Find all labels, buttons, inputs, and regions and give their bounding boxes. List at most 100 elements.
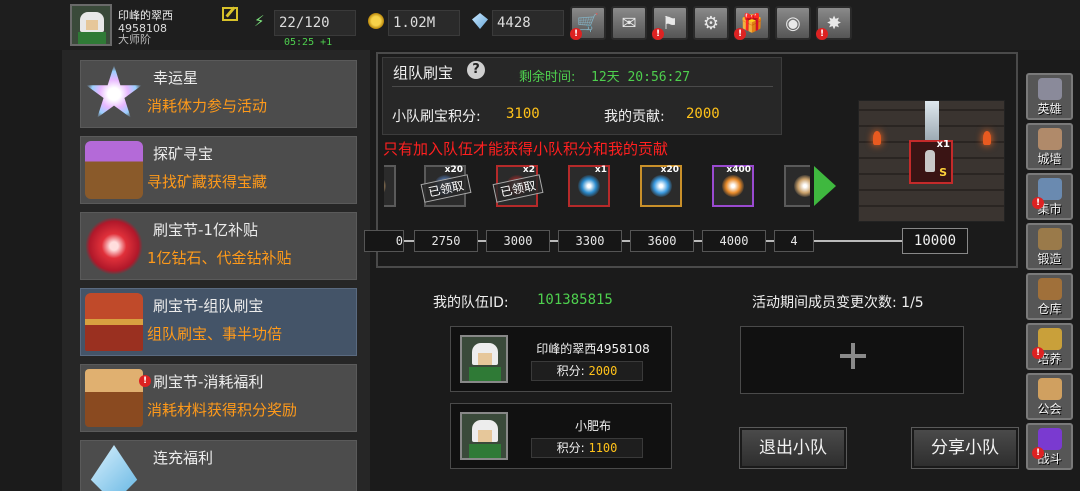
team-member-card[interactable]: 印峰的翠西4958108 积分: 2000 [450,326,672,392]
sidebar-trophy-button[interactable]: 培养! [1026,323,1073,370]
preview-reward-item[interactable]: x1 S [909,139,953,184]
castle-wall-icon [1038,128,1062,150]
pennant-button[interactable]: ⚑! [652,6,688,40]
sidebar-label: 仓库 [1037,302,1062,316]
preview-item-qty: x1 [936,139,950,150]
alert-badge-icon: ! [1032,447,1044,459]
member-score-label: 积分: [556,364,585,378]
alert-badge-icon: ! [652,28,664,40]
menu-item[interactable]: 刷宝节-组队刷宝组队刷宝、事半功倍 [80,288,357,356]
reward-item[interactable]: x20 已领取 [420,165,472,207]
team-member-card[interactable]: 小肥布 积分: 1100 [450,403,672,469]
fireworks-icon: ✸ [826,12,842,34]
reward-item[interactable]: x2 已领取 [492,165,544,207]
gear-icon: ⚙ [702,12,720,34]
fireworks-button[interactable]: ✸! [816,6,852,40]
fire-potion-icon [722,175,744,197]
menu-item-title: 刷宝节-组队刷宝 [153,297,264,315]
event-title: 组队刷宝 [393,64,454,82]
alert-badge-icon: ! [570,28,582,40]
milestone-value: 4 [774,230,814,252]
member-name: 印峰的翠西4958108 [536,342,650,356]
sidebar-label: 锻造 [1037,252,1062,266]
player-rank: 大师阶 [118,33,151,46]
member-changes: 活动期间成员变更次数: 1/5 [752,292,924,312]
battle-portal-icon [1038,428,1062,450]
sidebar-warehouse-button[interactable]: 仓库 [1026,273,1073,320]
gem-value: 4428 [492,10,564,36]
member-score: 积分: 2000 [531,361,643,381]
share-team-button[interactable]: 分享小队 [912,428,1018,468]
gift-button[interactable]: 🎁! [734,6,770,40]
menu-item[interactable]: 刷宝节-消耗福利 消耗材料获得积分奖励! [80,364,357,432]
milestone-value: 3300 [558,230,622,252]
milestone-track: 10000 0 2750 3000 3300 3600 4000 4 [364,228,969,254]
sidebar-label: 城墙 [1037,152,1062,166]
notice-text: 只有加入队伍才能获得小队积分和我的贡献 [383,140,669,158]
reward-item[interactable] [784,165,810,207]
mining-cart-icon [85,141,143,199]
sidebar-label: 英雄 [1037,102,1062,116]
reward-track: x20 已领取 x2 已领取 x1 x20 x400 [384,163,810,215]
guild-crest-icon [1038,378,1062,400]
help-icon[interactable]: ? [467,61,485,79]
menu-item[interactable]: 连充福利 [80,440,357,491]
menu-item[interactable]: 探矿寻宝 寻找矿藏获得宝藏 [80,136,357,204]
reward-item[interactable]: x1 [568,165,610,207]
leave-team-button[interactable]: 退出小队 [740,428,846,468]
add-member-slot[interactable] [740,326,964,394]
gold-value: 1.02M [388,10,460,36]
menu-item-title: 探矿寻宝 [153,145,214,163]
alert-badge-icon: ! [139,375,151,387]
gold-coin-icon [368,13,384,29]
alert-badge-icon: ! [1032,197,1044,209]
color-wheel-button[interactable]: ◉ [775,6,811,40]
scroll-right-arrow-icon[interactable] [814,166,836,206]
member-changes-label: 活动期间成员变更次数: [752,295,897,311]
energy-value: 22/120 [274,10,356,36]
shop-cart-button[interactable]: 🛒! [570,6,606,40]
sidebar-market-stall-button[interactable]: 集市! [1026,173,1073,220]
menu-item-title: 连充福利 [153,449,214,467]
remaining-time-label: 剩余时间: [519,70,576,85]
my-contribution-value: 2000 [686,106,720,122]
figure-icon [925,150,935,172]
gear-button[interactable]: ⚙ [693,6,729,40]
player-avatar[interactable] [70,4,112,46]
member-score-value: 2000 [588,364,618,378]
mail-button[interactable]: ✉ [611,6,647,40]
menu-item-title: 刷宝节-1亿补贴 [153,221,258,239]
reward-item[interactable]: x400 [712,165,754,207]
reward-item[interactable]: x20 [640,165,682,207]
remaining-time-value: 12天 20:56:27 [591,70,691,85]
sidebar-guild-crest-button[interactable]: 公会 [1026,373,1073,420]
menu-item-subtitle: 1亿钻石、代金钻补贴 [147,249,292,267]
alert-badge-icon: ! [734,28,746,40]
market-stall-icon [1038,178,1062,200]
member-changes-value: 1/5 [901,295,924,311]
sidebar-battle-portal-button[interactable]: 战斗! [1026,423,1073,470]
menu-item[interactable]: 刷宝节-1亿补贴 1亿钻石、代金钻补贴 [80,212,357,280]
plus-icon [840,343,866,369]
sidebar-helmet-button[interactable]: 英雄 [1026,73,1073,120]
milestone-value: 2750 [414,230,478,252]
milestone-final: 10000 [902,228,968,254]
menu-item-subtitle: 组队刷宝、事半功倍 [147,325,283,343]
alert-badge-icon: ! [1032,347,1044,359]
menu-item[interactable]: 幸运星 消耗体力参与活动 [80,60,357,128]
trophy-icon [1038,328,1062,350]
sidebar-castle-wall-button[interactable]: 城墙 [1026,123,1073,170]
member-score: 积分: 1100 [531,438,643,458]
sidebar-anvil-button[interactable]: 锻造 [1026,223,1073,270]
partial-item-icon [384,175,386,197]
menu-item-subtitle: 消耗体力参与活动 [147,97,268,115]
reward-item[interactable] [384,165,396,207]
reward-qty: x20 [444,165,463,175]
team-id-value: 101385815 [537,292,613,308]
reward-qty: x20 [660,165,679,175]
divider [392,86,773,87]
milestone-value: 0 [364,230,404,252]
edit-name-icon[interactable] [222,7,238,21]
alert-badge-icon: ! [816,28,828,40]
diamond-icon [472,13,488,29]
